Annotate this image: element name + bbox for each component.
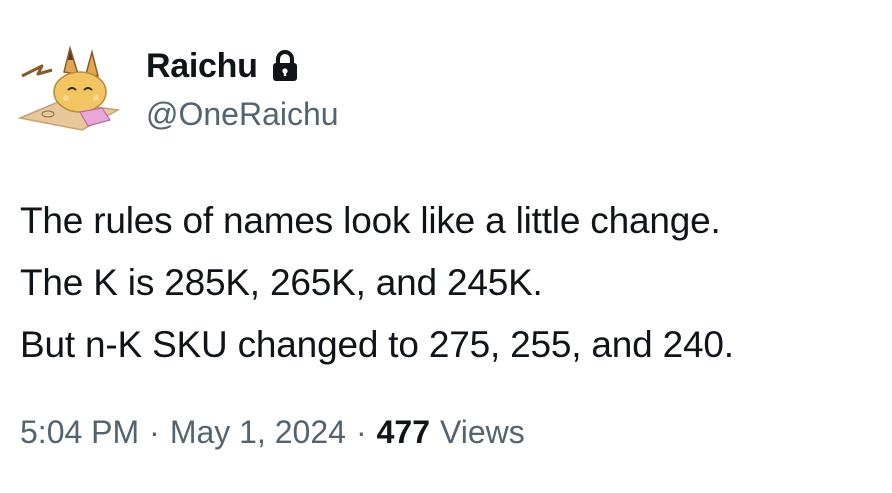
tweet-metadata: 5:04 PM · May 1, 2024 · 477 Views: [20, 414, 525, 451]
tweet-card: Raichu @OneRaichu The rules of names loo…: [0, 0, 892, 493]
tweet-time[interactable]: 5:04 PM: [20, 414, 139, 450]
author-handle[interactable]: @OneRaichu: [146, 96, 339, 133]
lock-icon: [270, 49, 300, 83]
raichu-avatar-icon: [17, 45, 121, 131]
separator: ·: [355, 414, 367, 450]
separator: ·: [149, 414, 160, 450]
author-info: Raichu @OneRaichu: [146, 42, 339, 133]
tweet-text-line: The K is 285K, 265K, and 245K.: [20, 262, 543, 303]
avatar[interactable]: [17, 40, 122, 136]
views-label: Views: [439, 414, 525, 450]
display-name[interactable]: Raichu: [146, 47, 258, 86]
tweet-text-line: But n-K SKU changed to 275, 255, and 240…: [20, 324, 734, 365]
tweet-text-line: The rules of names look like a little ch…: [20, 200, 721, 241]
tweet-date[interactable]: May 1, 2024: [170, 414, 346, 450]
author-name-row[interactable]: Raichu: [146, 42, 339, 90]
tweet-text: The rules of names look like a little ch…: [20, 190, 734, 376]
views-count: 477: [376, 414, 430, 450]
